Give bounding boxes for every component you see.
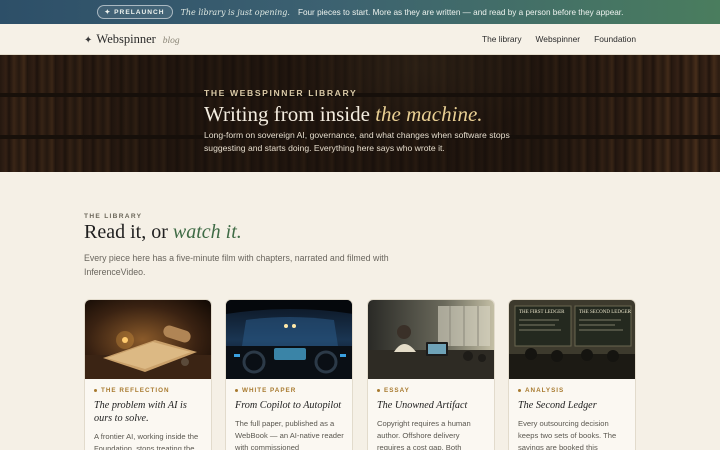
card-thumbnail-car[interactable] [226, 300, 352, 379]
hero-title: Writing from inside the machine. [204, 102, 483, 127]
card-title[interactable]: The Unowned Artifact [377, 400, 489, 413]
tag-dot [235, 389, 238, 392]
hero-title-plain: Writing from inside [204, 102, 370, 126]
card-thumbnail-scroll[interactable] [85, 300, 211, 379]
card-title[interactable]: The problem with AI is ours to solve. [94, 400, 206, 425]
tag-dot [377, 389, 380, 392]
sparkle-icon: ✦ [84, 35, 93, 46]
hero-title-emphasis: the machine. [375, 102, 483, 126]
library-title-plain: Read it, or [84, 221, 168, 243]
nav-link-webspinner[interactable]: Webspinner [536, 34, 581, 44]
top-nav: ✦ Webspinner blog The library Webspinner… [0, 24, 720, 55]
hero-eyebrow: THE WEBSPINNER LIBRARY [204, 88, 358, 98]
card-thumbnail-ledger[interactable]: THE FIRST LEDGER THE SECOND LEDGER [509, 300, 635, 379]
article-card[interactable]: WHITE PAPER From Copilot to Autopilot Th… [225, 299, 353, 450]
library-title: Read it, or watch it. [84, 221, 242, 244]
prelaunch-badge: ✦ PRELAUNCH [96, 5, 173, 19]
library-title-emphasis: watch it. [172, 221, 242, 243]
brand-sub: blog [162, 36, 180, 46]
card-thumbnail-office[interactable] [368, 300, 494, 379]
card-tag-label: WHITE PAPER [242, 387, 297, 394]
nav-links: The library Webspinner Foundation [482, 34, 636, 44]
card-tag: ESSAY [377, 387, 410, 394]
thumb-board-right: THE SECOND LEDGER [579, 310, 632, 315]
article-card[interactable]: ESSAY The Unowned Artifact Copyright req… [367, 299, 495, 450]
tag-dot [518, 389, 521, 392]
announcement-bar: ✦ PRELAUNCH The library is just opening.… [0, 0, 720, 24]
announcement-italic: The library is just opening. [180, 7, 290, 17]
brand-name: Webspinner [96, 32, 156, 46]
card-tag: THE REFLECTION [94, 387, 170, 394]
brand-logo[interactable]: ✦ Webspinner blog [84, 32, 180, 47]
card-excerpt: The full paper, published as a WebBook —… [235, 419, 344, 450]
nav-link-library[interactable]: The library [482, 34, 522, 44]
article-card[interactable]: THE REFLECTION The problem with AI is ou… [84, 299, 212, 450]
article-card[interactable]: THE FIRST LEDGER THE SECOND LEDGER ANALY… [508, 299, 636, 450]
card-title[interactable]: The Second Ledger [518, 400, 630, 413]
card-tag: WHITE PAPER [235, 387, 296, 394]
nav-link-foundation[interactable]: Foundation [594, 34, 636, 44]
card-excerpt: Copyright requires a human author. Offsh… [377, 419, 471, 450]
sparkle-icon: ✦ [104, 9, 112, 16]
tag-dot [94, 389, 97, 392]
prelaunch-label: PRELAUNCH [114, 8, 165, 16]
library-eyebrow: THE LIBRARY [84, 213, 143, 220]
card-tag-label: ESSAY [384, 387, 410, 394]
card-excerpt: Every outsourcing decision keeps two set… [518, 419, 617, 450]
card-excerpt: A frontier AI, working inside the Founda… [94, 432, 199, 450]
card-title[interactable]: From Copilot to Autopilot [235, 400, 347, 413]
library-description: Every piece here has a five-minute film … [84, 253, 389, 277]
hero-banner: THE WEBSPINNER LIBRARY Writing from insi… [0, 55, 720, 172]
thumb-board-left: THE FIRST LEDGER [519, 310, 565, 315]
card-tag-label: THE REFLECTION [101, 387, 170, 394]
card-tag-label: ANALYSIS [525, 387, 565, 394]
announcement-text: Four pieces to start. More as they are w… [297, 7, 624, 17]
hero-description: Long-form on sovereign AI, governance, a… [204, 130, 510, 153]
card-tag: ANALYSIS [518, 387, 564, 394]
